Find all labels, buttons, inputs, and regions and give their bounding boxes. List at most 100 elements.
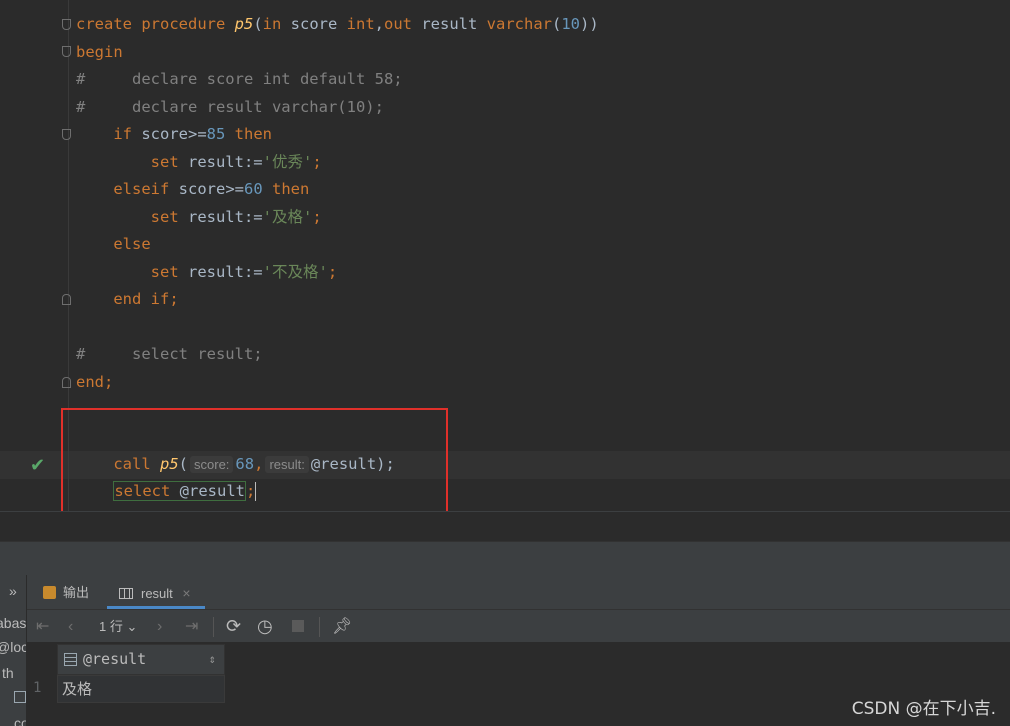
toolbar-divider [319,617,320,637]
code-token: if [113,125,142,143]
tab-output[interactable]: 输出 [43,575,89,609]
toolbar-divider [213,617,214,637]
code-line[interactable]: else [76,231,151,258]
code-token: elseif [113,180,179,198]
tree-item[interactable]: th [2,665,14,681]
panel-header [0,541,1010,575]
output-icon [43,586,56,599]
code-token: set [150,207,188,226]
next-page-icon[interactable]: › [157,610,162,643]
database-explorer-strip[interactable]: » abas @loc th co [0,575,27,726]
column-header[interactable]: @result ⇕ [57,644,225,675]
code-token: ( [253,15,263,33]
fold-marker-icon[interactable] [62,46,71,57]
cell-value[interactable]: 及格 [62,680,92,698]
code-token: # select result; [76,345,263,363]
code-token: '及格' [262,207,313,226]
column-name: @result [83,650,147,668]
code-token: 60 [243,180,272,198]
sort-icon[interactable]: ⇕ [209,645,216,674]
code-token: score>= [141,125,207,143]
code-line[interactable]: elseif score>=60 then [76,176,309,203]
code-line[interactable]: end if; [76,286,179,313]
code-token: '不及格' [262,262,328,281]
code-token: int [346,15,375,33]
code-token: ; [312,152,322,171]
code-token: '优秀' [262,152,313,171]
last-page-icon[interactable]: ⇥ [185,610,198,643]
code-token: end [76,372,104,391]
annotation-highlight-box [61,408,448,524]
editor-bottom-area [0,512,1010,542]
code-token: result:= [187,152,263,171]
code-token: create procedure [76,15,235,33]
code-line[interactable]: set result:='及格'; [76,204,322,231]
pin-icon[interactable]: 📌︎ [332,610,352,643]
table-icon [119,588,133,599]
code-token: result:= [187,207,263,226]
history-icon[interactable]: ◷ [257,610,273,643]
tab-result[interactable]: result × [107,575,205,609]
code-token: # declare score int default 58; [76,70,403,88]
results-tabbar: 输出 result × [27,575,1010,609]
results-toolbar: ⇤ ‹ 1 行 ⌄ › ⇥ ⟳ ◷ 📌︎ [27,609,1010,643]
code-token: ( [551,15,562,33]
code-token: 10 [561,15,580,33]
fold-marker-icon[interactable] [62,19,71,30]
code-token: ; [312,207,322,226]
tree-item[interactable]: abas [0,615,26,631]
code-token: varchar [486,15,552,33]
code-token: out [384,15,422,33]
refresh-icon[interactable]: ⟳ [226,610,241,643]
code-token: score>= [178,180,244,198]
tree-item[interactable]: @loc [0,639,26,655]
rows-selector[interactable]: 1 行 ⌄ [99,610,137,643]
code-token: ; [104,372,114,391]
table-row[interactable]: 及格 [57,675,225,703]
row-number: 1 [33,680,42,696]
code-token: end if [113,290,170,308]
code-line[interactable]: # select result; [76,341,263,368]
code-token: ; [169,290,179,308]
code-line[interactable]: set result:='不及格'; [76,259,338,286]
expand-icon[interactable]: » [9,583,17,599]
code-token: set [150,262,188,281]
tab-result-label: result [141,586,173,601]
previous-page-icon[interactable]: ‹ [68,610,73,643]
fold-marker-icon[interactable] [62,377,71,388]
code-token: else [113,235,151,253]
tree-item[interactable]: co [14,715,26,726]
code-line[interactable]: # declare result varchar(10); [76,94,384,121]
tab-output-label: 输出 [63,585,90,600]
fold-marker-icon[interactable] [62,294,71,305]
table-icon [14,691,26,703]
code-line[interactable]: create procedure p5(in score int,out res… [76,11,599,38]
code-token: # declare result varchar(10); [76,97,384,116]
code-line[interactable]: end; [76,369,113,396]
code-token: begin [76,42,123,61]
first-page-icon[interactable]: ⇤ [36,610,49,643]
code-editor[interactable]: create procedure p5(in score int,out res… [0,0,1010,524]
code-token: then [234,125,272,143]
stop-icon[interactable] [292,620,304,632]
checkmark-icon: ✔ [30,455,46,476]
code-token: p5 [234,15,254,33]
code-token: result [421,15,487,33]
code-token: 85 [206,125,235,143]
code-line[interactable]: # declare score int default 58; [76,66,403,93]
close-icon[interactable]: × [182,585,190,601]
code-line[interactable]: begin [76,39,123,66]
code-token: ; [327,262,338,281]
code-line[interactable]: if score>=85 then [76,121,272,148]
code-token: score [290,15,347,33]
code-token: result:= [187,262,263,281]
fold-marker-icon[interactable] [62,129,71,140]
code-line[interactable]: set result:='优秀'; [76,149,322,176]
code-token: , [374,15,384,33]
